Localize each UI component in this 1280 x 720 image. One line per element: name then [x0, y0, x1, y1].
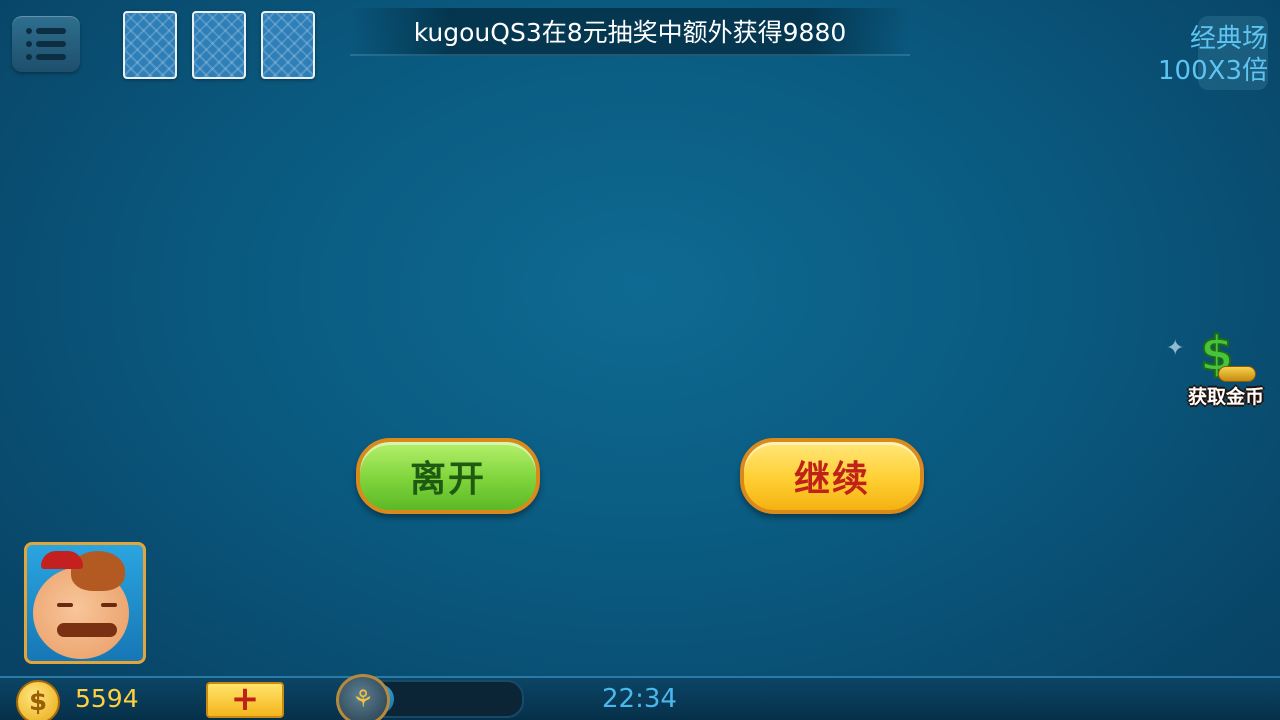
menu-icon-dot — [26, 28, 32, 34]
add-coins-button[interactable]: + — [206, 682, 284, 718]
card-back — [123, 11, 177, 79]
get-coins-button[interactable]: $ 获取金币 — [1176, 329, 1276, 410]
avatar-hat — [41, 551, 83, 569]
task-badge-icon[interactable]: ⚘ — [336, 674, 390, 720]
leave-button[interactable]: 离开 — [356, 438, 540, 514]
menu-icon-line — [36, 28, 66, 34]
clock-time: 22:34 — [602, 684, 677, 714]
menu-button[interactable] — [12, 16, 80, 72]
game-table: kugouQS3在8元抽奖中额外获得9880 经典场 100X3倍 ✦ $ 获取… — [0, 0, 1280, 720]
menu-icon-dot — [26, 54, 32, 60]
room-multiplier: 100X3倍 — [1158, 56, 1268, 86]
card-back — [192, 11, 246, 79]
player-avatar[interactable] — [24, 542, 146, 664]
gold-coin-icon: $ — [16, 680, 60, 720]
announcement-text: kugouQS3在8元抽奖中额外获得9880 — [413, 18, 847, 47]
coin-balance: 5594 — [75, 684, 139, 713]
card-back — [261, 11, 315, 79]
avatar-mustache — [57, 623, 117, 637]
get-coins-label: 获取金币 — [1187, 386, 1264, 408]
menu-icon-line — [36, 41, 66, 47]
menu-icon-dot — [26, 41, 32, 47]
announcement-banner: kugouQS3在8元抽奖中额外获得9880 — [350, 8, 910, 56]
coin-stack-icon — [1218, 366, 1256, 382]
continue-button[interactable]: 继续 — [740, 438, 924, 514]
menu-icon-line — [36, 54, 66, 60]
avatar-eye — [101, 603, 117, 607]
avatar-eye — [57, 603, 73, 607]
